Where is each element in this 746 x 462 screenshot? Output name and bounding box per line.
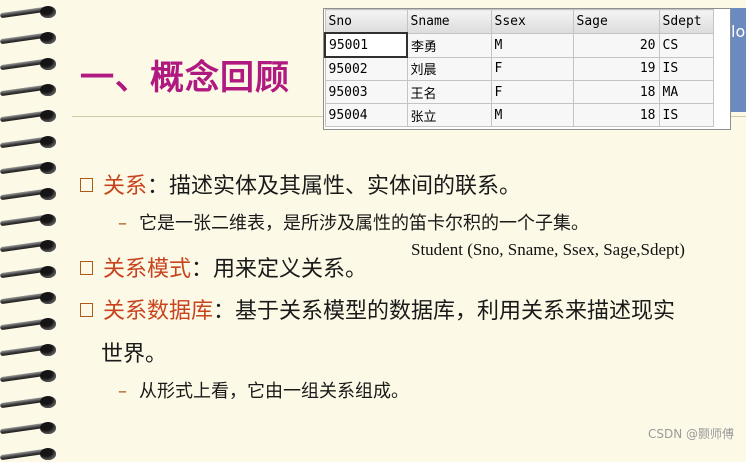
slide: 一、概念回顾 Sno Sname Ssex Sage Sdept 95001 李… — [0, 0, 746, 461]
binding-ring — [0, 344, 66, 358]
column-header-ssex[interactable]: Ssex — [490, 9, 574, 34]
table-cell[interactable]: F — [490, 56, 574, 81]
table-cell[interactable]: 18 — [572, 103, 660, 127]
table-cell[interactable]: 95004 — [324, 103, 408, 127]
binding-ring — [0, 292, 66, 306]
sub-bullet-text: 从形式上看，它由一组关系组成。 — [139, 381, 409, 402]
binding-ring — [0, 448, 66, 462]
bullet-relation: 关系：描述实体及其属性、实体间的联系。 — [80, 168, 521, 200]
table-cell[interactable]: 20 — [572, 32, 660, 58]
binding-ring — [0, 396, 66, 410]
side-window-tab[interactable]: lo — [731, 8, 746, 112]
binding-ring — [0, 32, 66, 46]
binding-ring — [0, 214, 66, 228]
table-cell[interactable]: IS — [658, 56, 714, 81]
binding-ring — [0, 162, 66, 176]
table-cell[interactable]: 王名 — [406, 80, 492, 104]
table-cell[interactable]: 张立 — [406, 103, 492, 127]
student-table: Sno Sname Ssex Sage Sdept 95001 李勇 M 20 … — [324, 9, 714, 127]
table-cell[interactable]: F — [490, 80, 574, 104]
bullet-box-icon — [80, 261, 93, 275]
binding-ring — [0, 240, 66, 254]
table-cell[interactable]: MA — [658, 80, 714, 104]
table-cell[interactable]: 95002 — [324, 56, 408, 81]
column-header-sno[interactable]: Sno — [324, 9, 408, 34]
binding-ring — [0, 110, 66, 124]
table-cell[interactable]: IS — [658, 103, 714, 127]
table-row[interactable]: 95003 王名 F 18 MA — [324, 80, 714, 104]
bullet-text: ：基于关系模型的数据库，利用关系来描述现实 — [213, 299, 676, 324]
bullet-box-icon — [80, 303, 93, 317]
binding-ring — [0, 422, 66, 436]
table-header-row: Sno Sname Ssex Sage Sdept — [324, 9, 714, 34]
spiral-binding — [0, 0, 70, 461]
dash-icon: – — [118, 213, 127, 234]
binding-ring — [0, 370, 66, 384]
binding-ring — [0, 84, 66, 98]
table-cell[interactable]: 李勇 — [406, 32, 492, 58]
table-row[interactable]: 95002 刘晨 F 19 IS — [324, 56, 714, 81]
column-header-sage[interactable]: Sage — [572, 9, 660, 34]
sub-bullet-text: 它是一张二维表，是所涉及属性的笛卡尔积的一个子集。 — [139, 213, 589, 234]
csdn-watermark: CSDN @颢师傅 — [647, 427, 734, 441]
student-table-window: Sno Sname Ssex Sage Sdept 95001 李勇 M 20 … — [323, 8, 731, 130]
table-cell[interactable]: CS — [658, 32, 714, 58]
bullet-term: 关系模式 — [103, 257, 192, 282]
bullet-text: ：描述实体及其属性、实体间的联系。 — [147, 174, 522, 199]
column-header-sname[interactable]: Sname — [406, 9, 492, 34]
bullet-text: ：用来定义关系。 — [191, 257, 368, 282]
slide-title: 一、概念回顾 — [80, 58, 290, 98]
bullet-term: 关系数据库 — [103, 299, 214, 324]
binding-ring — [0, 6, 66, 20]
binding-ring — [0, 318, 66, 332]
dash-icon: – — [118, 381, 127, 402]
bullet-box-icon — [80, 178, 93, 192]
bullet-continuation: 世界。 — [101, 342, 168, 367]
sub-bullet-relation: – 它是一张二维表，是所涉及属性的笛卡尔积的一个子集。 — [118, 209, 589, 235]
table-cell[interactable]: 95003 — [324, 80, 408, 104]
table-row[interactable]: 95001 李勇 M 20 CS — [324, 32, 714, 58]
table-cell[interactable]: M — [490, 103, 574, 127]
bullet-term: 关系 — [103, 174, 148, 199]
bullet-relational-database: 关系数据库：基于关系模型的数据库，利用关系来描述现实 — [80, 293, 675, 325]
table-cell[interactable]: 刘晨 — [406, 56, 492, 81]
binding-ring — [0, 266, 66, 280]
column-header-sdept[interactable]: Sdept — [658, 9, 714, 34]
sub-bullet-database: – 从形式上看，它由一组关系组成。 — [118, 377, 409, 403]
bullet-relation-schema: 关系模式：用来定义关系。 — [80, 251, 367, 283]
table-row[interactable]: 95004 张立 M 18 IS — [324, 103, 714, 127]
binding-ring — [0, 136, 66, 150]
binding-ring — [0, 58, 66, 72]
schema-definition: Student (Sno, Sname, Ssex, Sage,Sdept) — [411, 240, 685, 259]
table-cell[interactable]: 95001 — [324, 32, 408, 58]
table-cell[interactable]: 19 — [572, 56, 660, 81]
binding-ring — [0, 188, 66, 202]
table-cell[interactable]: 18 — [572, 80, 660, 104]
table-cell[interactable]: M — [490, 32, 574, 58]
